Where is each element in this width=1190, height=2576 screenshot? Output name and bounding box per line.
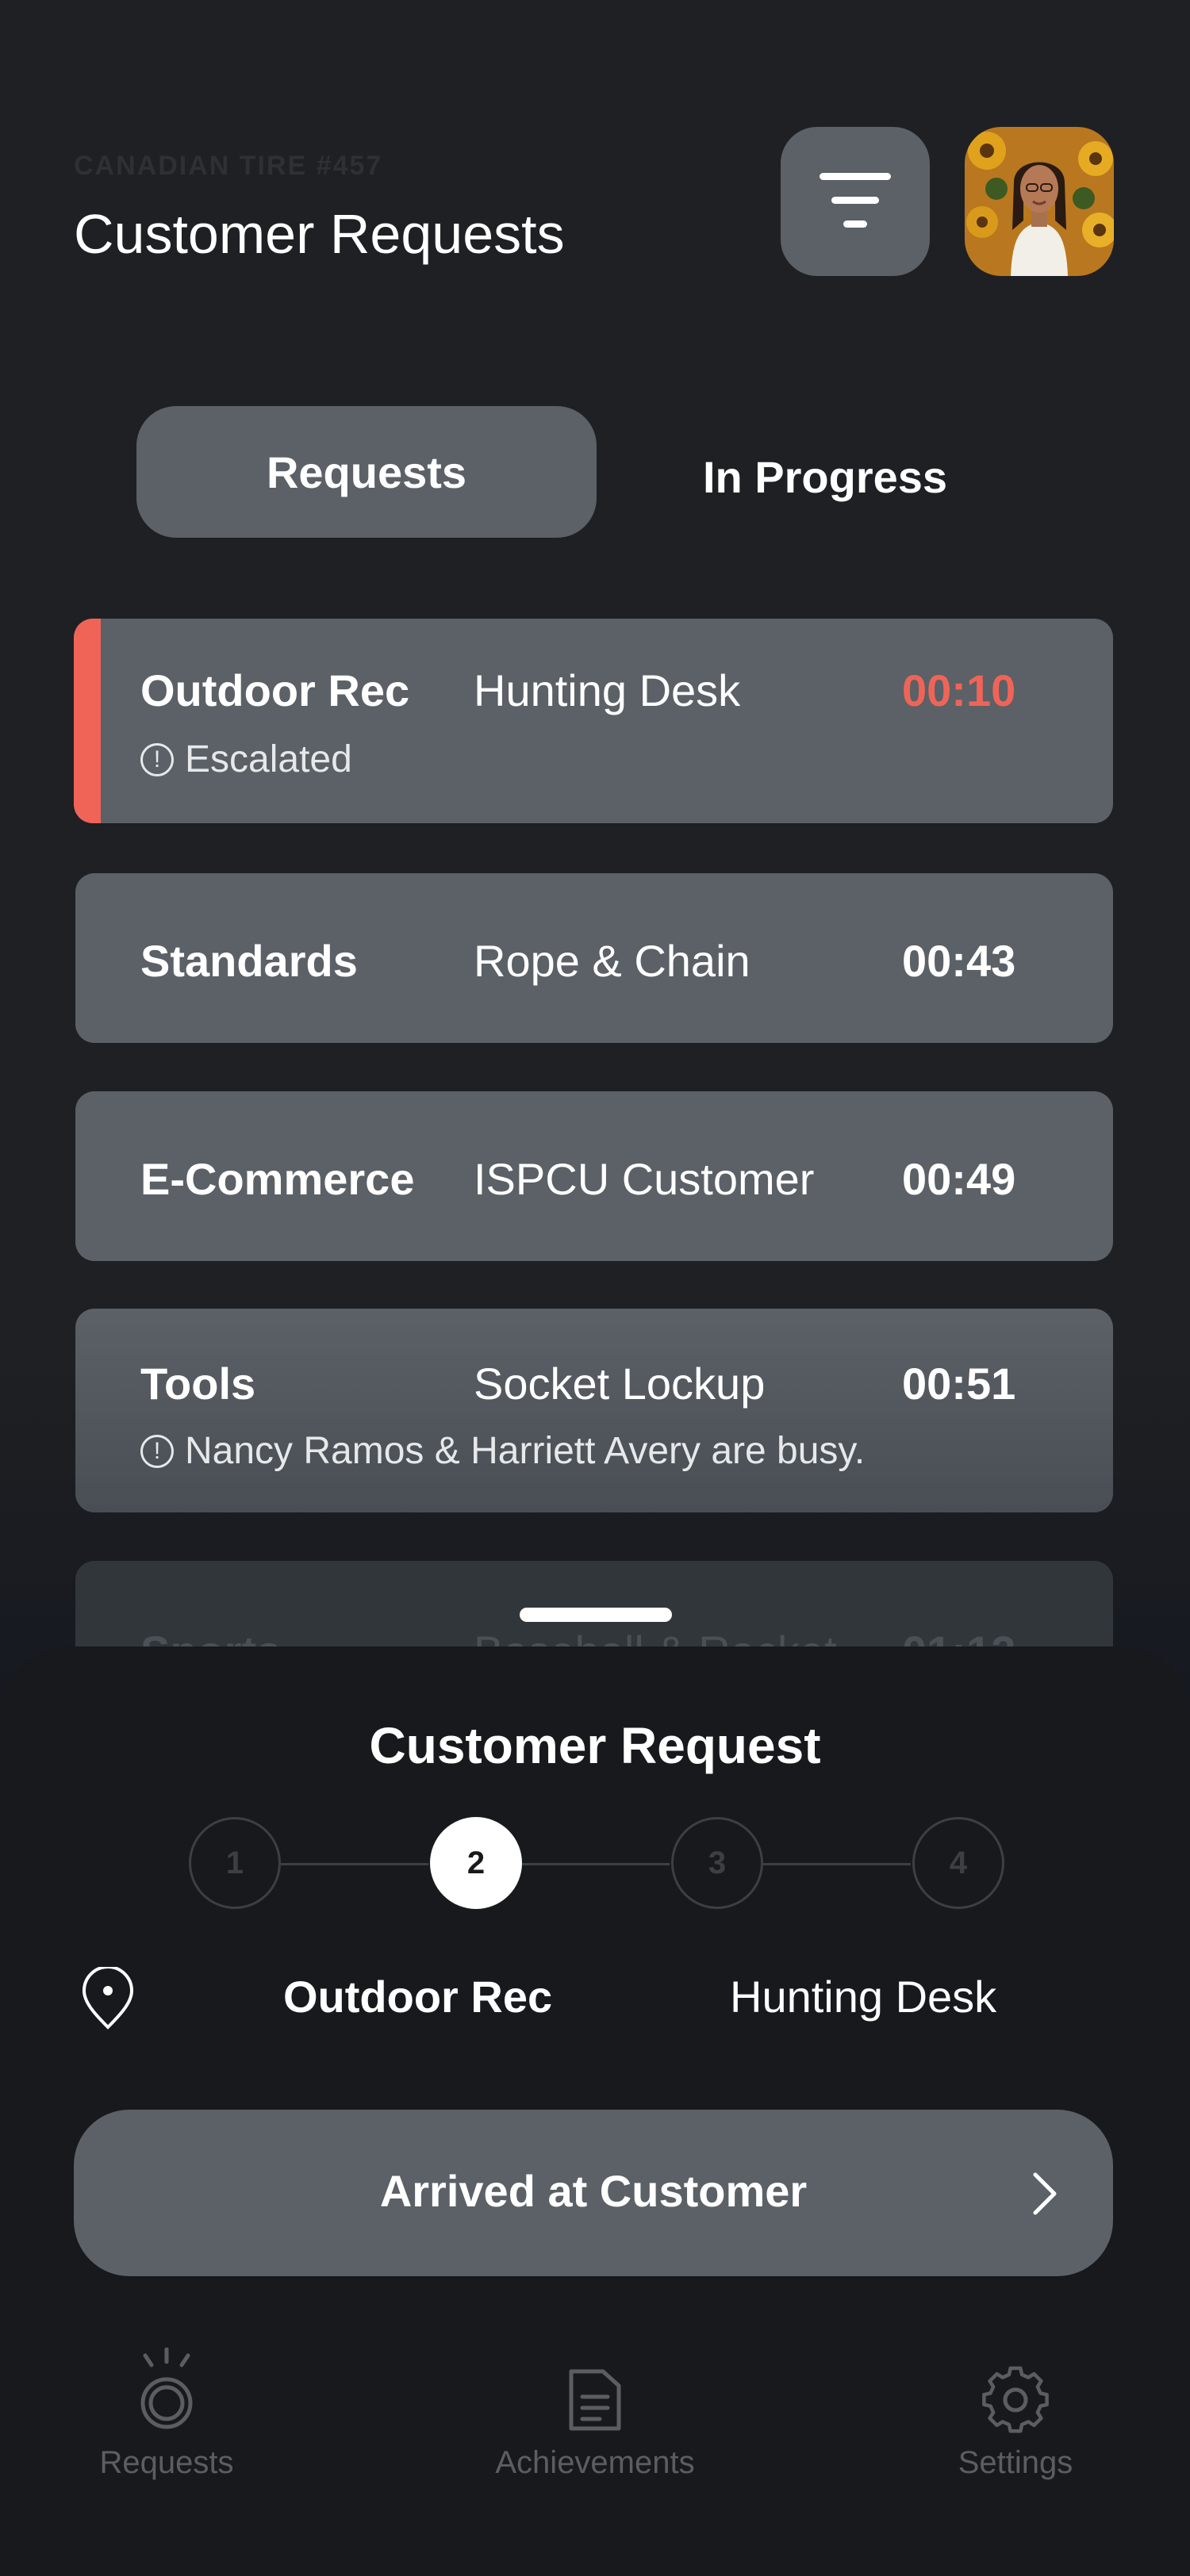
requests-icon xyxy=(140,2347,193,2429)
sheet-title: Customer Request xyxy=(369,1717,821,1774)
request-card-escalated[interactable]: Outdoor Rec Hunting Desk 00:10 ! Escalat… xyxy=(74,619,1113,823)
step-2-active: 2 xyxy=(430,1817,522,1909)
request-department: Tools xyxy=(140,1359,256,1409)
step-connector xyxy=(763,1863,911,1865)
request-department: Standards xyxy=(140,936,358,986)
step-4: 4 xyxy=(912,1817,1004,1909)
escalation-bar xyxy=(74,619,101,823)
busy-note: Nancy Ramos & Harriett Avery are busy. xyxy=(185,1430,866,1472)
request-location: ISPCU Customer xyxy=(474,1154,815,1204)
request-timer: 00:49 xyxy=(902,1154,1016,1204)
nav-settings[interactable]: Settings xyxy=(936,2348,1095,2481)
nav-requests[interactable]: Requests xyxy=(87,2347,246,2481)
nav-achievements[interactable]: Achievements xyxy=(484,2348,706,2481)
chevron-right-icon xyxy=(1033,2172,1057,2215)
sheet-grabber[interactable] xyxy=(520,1608,672,1622)
escalated-label: Escalated xyxy=(185,738,352,780)
request-location: Socket Lockup xyxy=(474,1359,766,1409)
request-department: E-Commerce xyxy=(140,1154,415,1204)
nav-settings-label: Settings xyxy=(958,2445,1073,2480)
request-department: Outdoor Rec xyxy=(140,665,410,715)
arrived-button-label: Arrived at Customer xyxy=(379,2166,808,2216)
request-timer: 00:10 xyxy=(902,665,1016,715)
document-icon xyxy=(569,2369,621,2431)
nav-achievements-label: Achievements xyxy=(495,2445,695,2480)
nav-requests-label: Requests xyxy=(99,2445,234,2480)
filter-button[interactable] xyxy=(781,127,930,276)
arrived-at-customer-button[interactable]: Arrived at Customer xyxy=(74,2110,1113,2276)
request-note: ! Escalated xyxy=(140,738,352,781)
alert-icon: ! xyxy=(140,742,174,776)
step-connector xyxy=(281,1863,428,1865)
sheet-department: Outdoor Rec xyxy=(283,1972,553,2022)
sheet-location: Hunting Desk xyxy=(730,1972,997,2022)
avatar[interactable] xyxy=(965,127,1114,276)
request-card[interactable]: Standards Rope & Chain 00:43 xyxy=(75,873,1113,1043)
filter-icon xyxy=(820,173,891,228)
store-name: CANADIAN TIRE #457 xyxy=(74,151,383,181)
request-card[interactable]: Tools Socket Lockup 00:51 ! Nancy Ramos … xyxy=(75,1309,1113,1512)
request-timer: 00:43 xyxy=(902,936,1016,986)
tab-in-progress[interactable]: In Progress xyxy=(635,406,1015,547)
step-3: 3 xyxy=(671,1817,763,1909)
location-pin-icon xyxy=(82,1967,134,2030)
request-card[interactable]: E-Commerce ISPCU Customer 00:49 xyxy=(75,1091,1113,1261)
request-timer: 00:51 xyxy=(902,1359,1016,1409)
request-location: Rope & Chain xyxy=(474,936,750,986)
request-note: ! Nancy Ramos & Harriett Avery are busy. xyxy=(140,1429,865,1473)
page-title: Customer Requests xyxy=(74,203,565,265)
step-connector xyxy=(522,1863,670,1865)
request-location: Hunting Desk xyxy=(474,665,741,715)
gear-icon xyxy=(982,2366,1049,2433)
tab-requests[interactable]: Requests xyxy=(136,406,597,538)
step-1: 1 xyxy=(189,1817,281,1909)
alert-icon: ! xyxy=(140,1434,174,1468)
